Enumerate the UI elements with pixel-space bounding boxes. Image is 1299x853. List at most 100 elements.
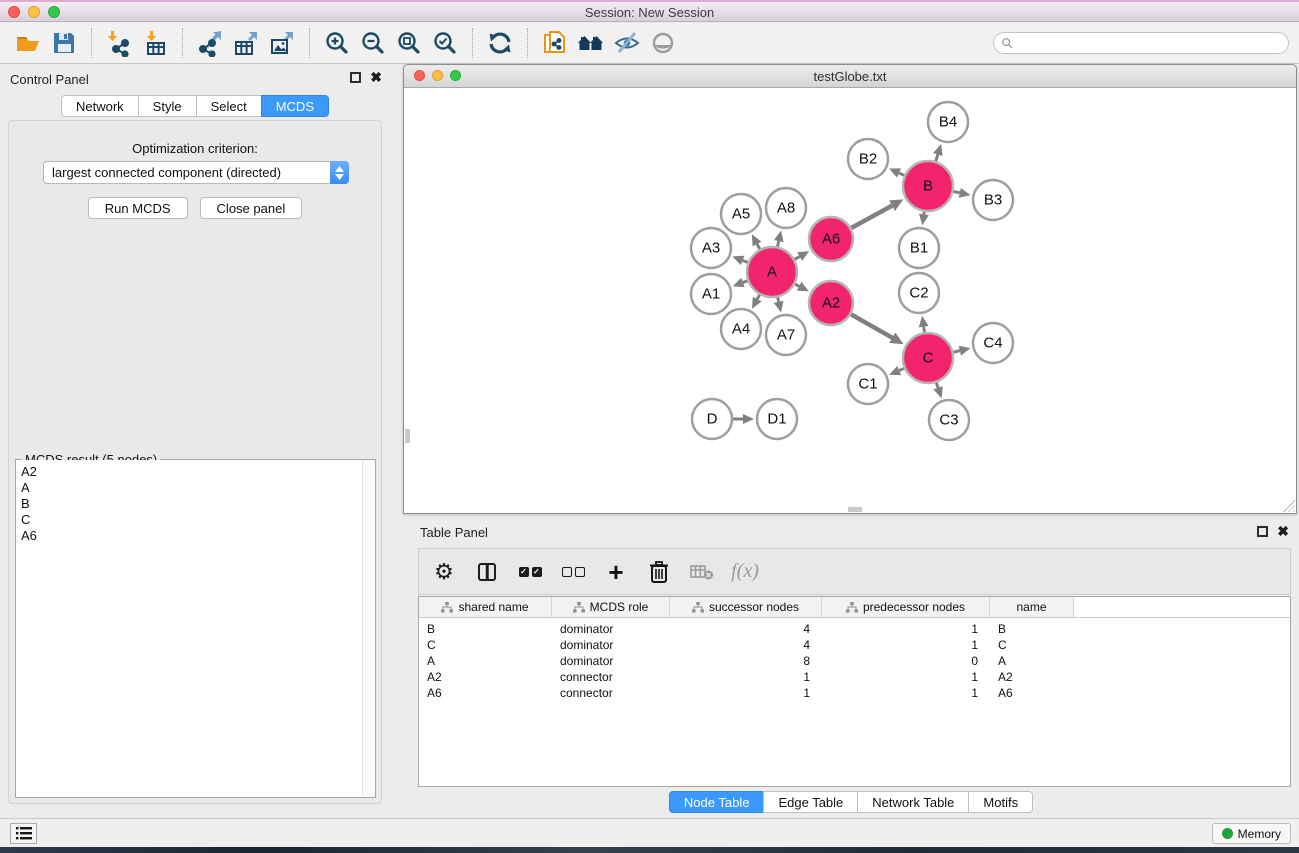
node-C[interactable]: C <box>903 333 953 383</box>
close-panel-icon[interactable]: ✖ <box>370 72 382 83</box>
edge-A6-B[interactable] <box>851 199 903 228</box>
canvas-horizontal-scroll-hint[interactable] <box>848 507 862 512</box>
hide-show-graphics-button[interactable] <box>609 27 645 59</box>
node-A4[interactable]: A4 <box>721 309 761 349</box>
create-column-button[interactable]: + <box>603 559 629 585</box>
control-tab-network[interactable]: Network <box>61 95 139 117</box>
float-panel-icon[interactable] <box>350 72 361 83</box>
zoom-in-button[interactable] <box>319 27 355 59</box>
node-B4[interactable]: B4 <box>928 102 968 142</box>
result-item-a2[interactable]: A2 <box>16 464 375 480</box>
node-A8[interactable]: A8 <box>766 188 806 228</box>
node-D[interactable]: D <box>692 399 732 439</box>
show-hide-button[interactable] <box>645 27 681 59</box>
node-A5[interactable]: A5 <box>721 194 761 234</box>
table-tab-node-table[interactable]: Node Table <box>669 791 765 813</box>
node-A[interactable]: A <box>747 247 797 297</box>
edge-A-A3[interactable] <box>732 256 747 265</box>
table-row-c[interactable]: Cdominator41C <box>419 637 1290 653</box>
result-item-b[interactable]: B <box>16 496 375 512</box>
search-input[interactable] <box>993 32 1289 54</box>
open-session-button[interactable] <box>10 27 46 59</box>
node-B[interactable]: B <box>903 161 953 211</box>
node-C4[interactable]: C4 <box>973 323 1013 363</box>
show-networks-list-button[interactable] <box>10 823 37 844</box>
node-B2[interactable]: B2 <box>848 139 888 179</box>
column-header-name[interactable]: name <box>990 597 1074 618</box>
import-table-button[interactable] <box>137 27 173 59</box>
mcds-result-list[interactable]: A2ABCA6 <box>16 460 375 797</box>
node-A7[interactable]: A7 <box>766 315 806 355</box>
control-tab-mcds[interactable]: MCDS <box>261 95 329 117</box>
network-canvas[interactable]: AA1A2A3A4A5A6A7A8BB1B2B3B4CC1C2C3C4DD1 <box>405 89 1296 513</box>
table-tab-motifs[interactable]: Motifs <box>968 791 1033 813</box>
node-A6[interactable]: A6 <box>809 217 853 261</box>
close-panel-button[interactable]: Close panel <box>200 197 303 219</box>
select-all-rows-button[interactable]: ✓✓ <box>517 559 543 585</box>
export-image-button[interactable] <box>264 27 300 59</box>
save-session-button[interactable] <box>46 27 82 59</box>
result-scrollbar[interactable] <box>362 460 375 797</box>
control-tab-select[interactable]: Select <box>196 95 262 117</box>
edge-A-A7[interactable] <box>774 297 784 312</box>
edge-C-C3[interactable] <box>933 383 942 399</box>
column-header-MCDS-role[interactable]: MCDS role <box>552 597 670 618</box>
canvas-vertical-scroll-hint[interactable] <box>405 429 410 443</box>
table-row-b[interactable]: Bdominator41B <box>419 618 1290 637</box>
node-A2[interactable]: A2 <box>809 281 853 325</box>
criterion-select[interactable]: largest connected component (directed) <box>43 161 349 184</box>
table-tab-edge-table[interactable]: Edge Table <box>763 791 858 813</box>
search-text-field[interactable] <box>1017 34 1288 52</box>
edge-B-B1[interactable] <box>919 212 929 226</box>
table-tab-network-table[interactable]: Network Table <box>857 791 969 813</box>
table-close-panel-icon[interactable]: ✖ <box>1277 526 1289 537</box>
table-options-button[interactable]: ⚙ <box>431 559 457 585</box>
network-window-titlebar[interactable]: testGlobe.txt <box>404 65 1296 88</box>
edge-C-C2[interactable] <box>919 316 929 332</box>
edge-A-A5[interactable] <box>752 234 762 249</box>
resize-grip[interactable] <box>1283 500 1295 512</box>
node-B3[interactable]: B3 <box>973 180 1013 220</box>
result-item-c[interactable]: C <box>16 512 375 528</box>
export-network-button[interactable] <box>192 27 228 59</box>
table-row-a6[interactable]: A6connector11A6 <box>419 685 1290 701</box>
node-C3[interactable]: C3 <box>929 400 969 440</box>
column-header-successor-nodes[interactable]: successor nodes <box>670 597 822 618</box>
table-float-panel-icon[interactable] <box>1257 526 1268 537</box>
import-network-button[interactable] <box>101 27 137 59</box>
delete-column-button[interactable] <box>646 559 672 585</box>
duplicate-network-button[interactable] <box>537 27 573 59</box>
export-table-button[interactable] <box>228 27 264 59</box>
edge-D-D1[interactable] <box>733 414 754 424</box>
edge-A-A4[interactable] <box>752 295 762 309</box>
edge-B-B2[interactable] <box>889 168 904 177</box>
node-A1[interactable]: A1 <box>691 274 731 314</box>
edge-B-B4[interactable] <box>933 144 943 161</box>
zoom-fit-button[interactable] <box>391 27 427 59</box>
edge-A2-C[interactable] <box>851 314 904 344</box>
show-columns-button[interactable] <box>474 559 500 585</box>
column-header-predecessor-nodes[interactable]: predecessor nodes <box>822 597 990 618</box>
node-A3[interactable]: A3 <box>691 228 731 268</box>
memory-button[interactable]: Memory <box>1212 823 1291 844</box>
zoom-selected-button[interactable] <box>427 27 463 59</box>
node-D1[interactable]: D1 <box>757 399 797 439</box>
node-B1[interactable]: B1 <box>899 228 939 268</box>
result-item-a6[interactable]: A6 <box>16 528 375 544</box>
table-row-a[interactable]: Adominator80A <box>419 653 1290 669</box>
edge-C-C4[interactable] <box>953 346 970 356</box>
edge-A-A6[interactable] <box>795 251 809 261</box>
control-tab-style[interactable]: Style <box>138 95 197 117</box>
result-item-a[interactable]: A <box>16 480 375 496</box>
edge-C-C1[interactable] <box>889 366 904 375</box>
node-C1[interactable]: C1 <box>848 364 888 404</box>
edge-A-A8[interactable] <box>774 230 784 246</box>
run-mcds-button[interactable]: Run MCDS <box>88 197 188 219</box>
edge-A-A1[interactable] <box>733 278 748 287</box>
apply-layout-button[interactable] <box>482 27 518 59</box>
zoom-out-button[interactable] <box>355 27 391 59</box>
deselect-all-rows-button[interactable] <box>560 559 586 585</box>
table-row-a2[interactable]: A2connector11A2 <box>419 669 1290 685</box>
edge-B-B3[interactable] <box>953 188 970 198</box>
column-header-shared-name[interactable]: shared name <box>419 597 552 618</box>
